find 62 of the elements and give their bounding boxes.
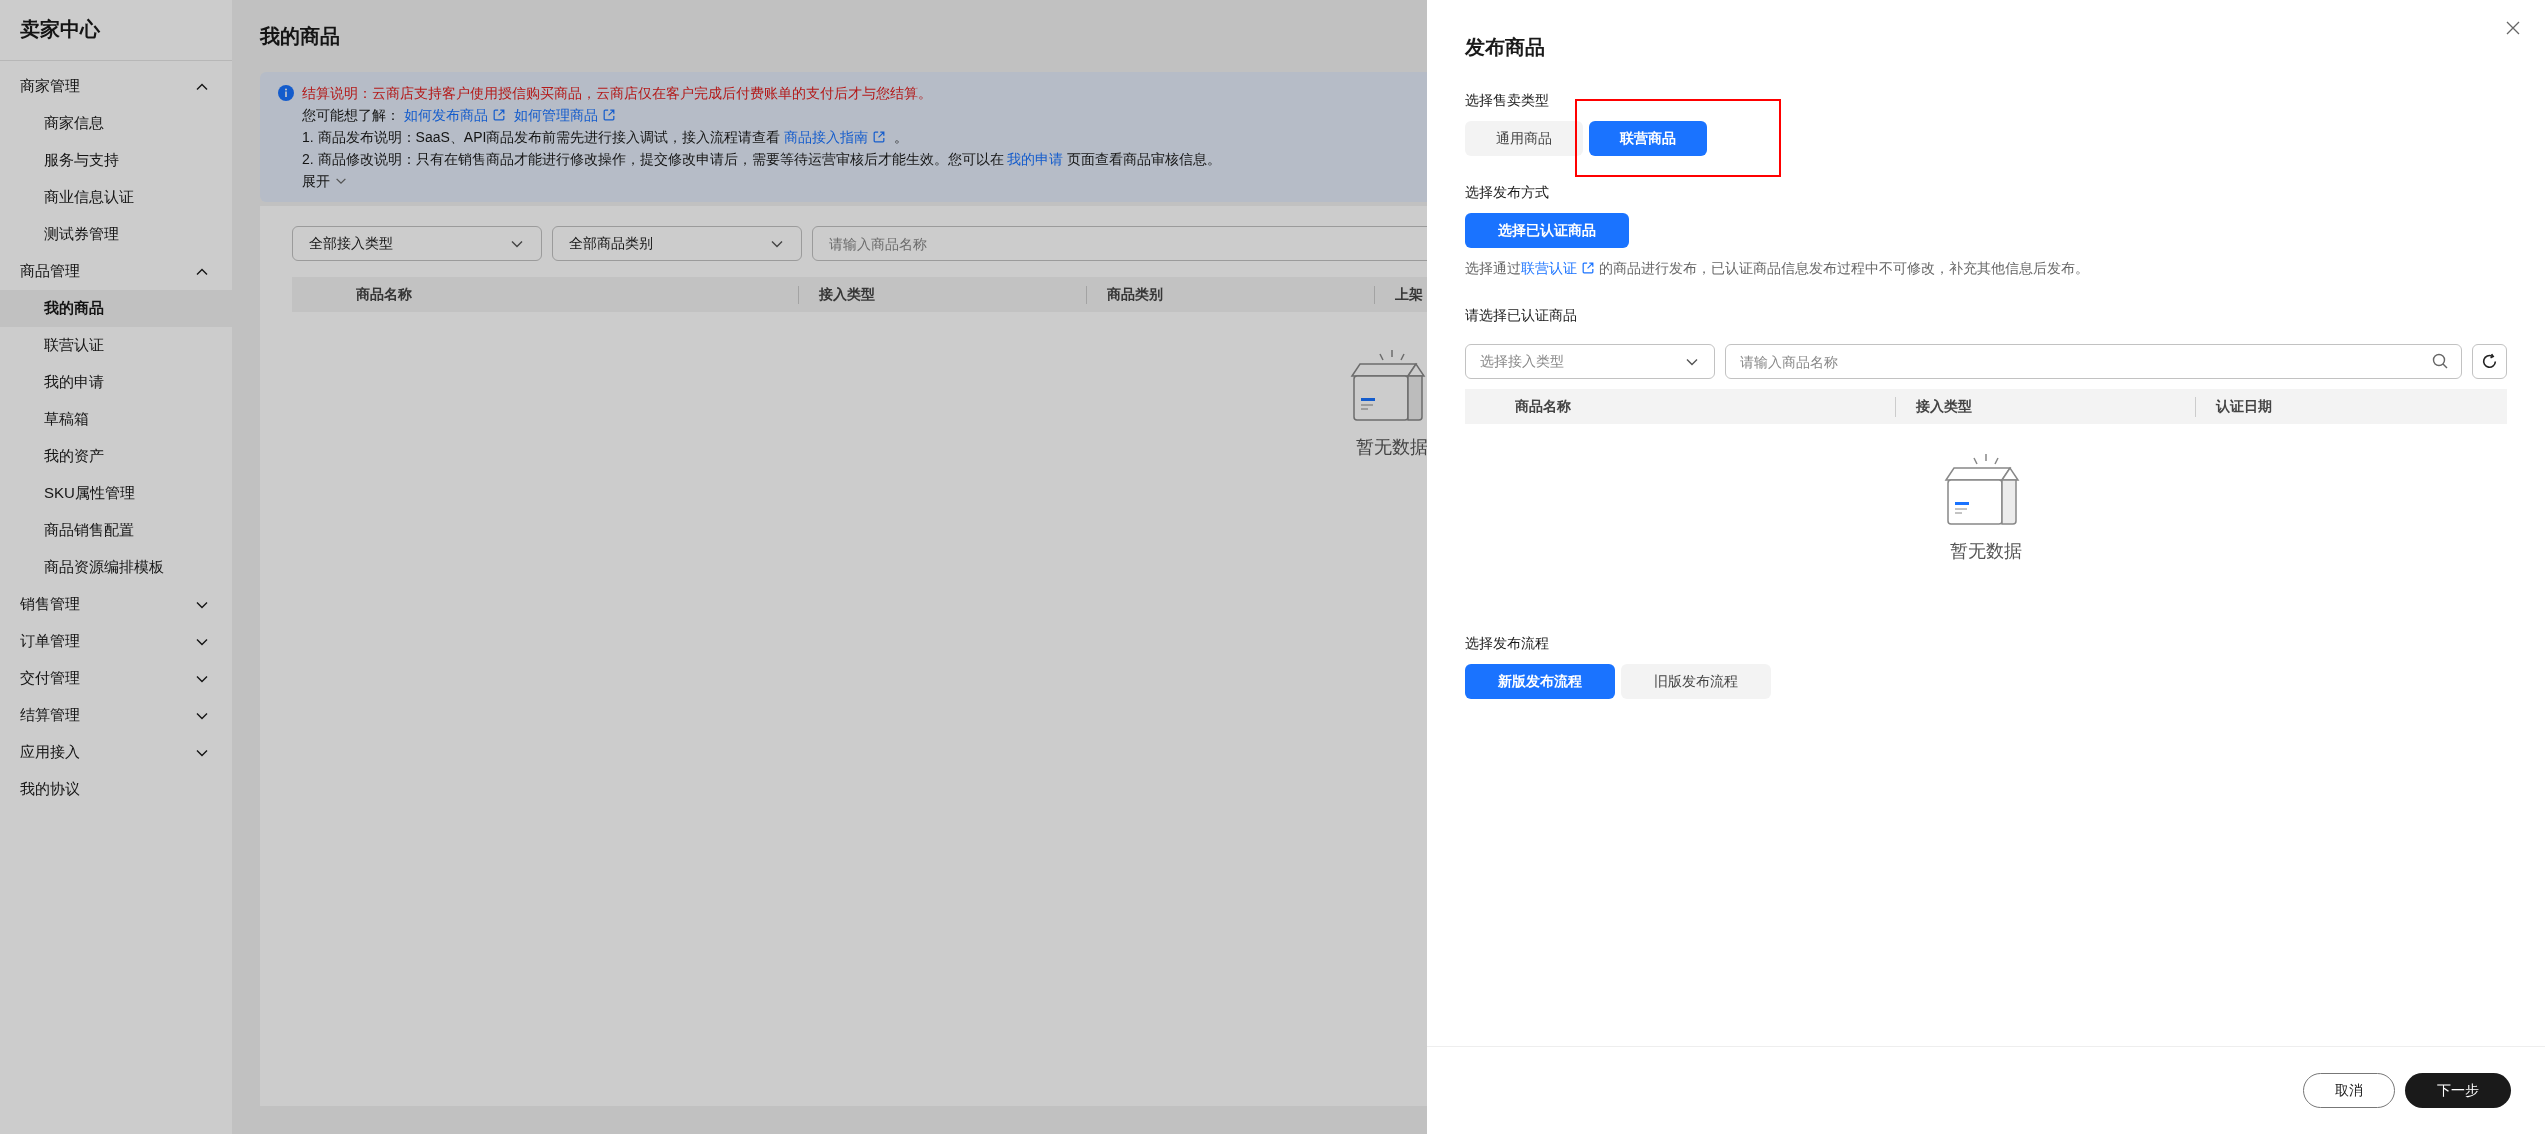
sidebar-item[interactable]: 测试券管理 [0, 216, 232, 253]
sidebar-group[interactable]: 销售管理 [0, 586, 232, 623]
option-tab[interactable]: 通用商品 [1465, 121, 1583, 156]
hint-link[interactable]: 联营认证 [1521, 260, 1599, 276]
sidebar-item[interactable]: 我的资产 [0, 438, 232, 475]
column-header: 商品类别 [1107, 285, 1163, 304]
info-icon [278, 85, 294, 101]
option-tab[interactable]: 新版发布流程 [1465, 664, 1615, 699]
next-button[interactable]: 下一步 [2405, 1073, 2511, 1108]
sidebar-item[interactable]: 商品资源编排模板 [0, 549, 232, 586]
sidebar-item[interactable]: SKU属性管理 [0, 475, 232, 512]
select-certified-button[interactable]: 选择已认证商品 [1465, 213, 1629, 248]
notice-text: 2. 商品修改说明：只有在销售商品才能进行修改操作，提交修改申请后，需要等待运营审核后才能生效。您可以在 我的申请 页面查看商品审核信息。 [302, 150, 1222, 169]
sidebar-item[interactable]: 商业信息认证 [0, 179, 232, 216]
column-header: 上架 [1395, 285, 1423, 304]
search-icon [2432, 353, 2448, 369]
refresh-button[interactable] [2472, 344, 2507, 379]
column-header: 商品名称 [1515, 397, 1571, 416]
sidebar-group[interactable]: 商家管理 [0, 68, 232, 105]
sidebar-group[interactable]: 商品管理 [0, 253, 232, 290]
settlement-notice: 结算说明：云商店支持客户使用授信购买商品，云商店仅在客户完成后付费账单的支付后才与您结算。 [302, 84, 933, 103]
sidebar-item[interactable]: 草稿箱 [0, 401, 232, 438]
empty-text: 暂无数据 [1356, 436, 1428, 459]
filter-select[interactable]: 全部接入类型 [292, 226, 542, 261]
links-label: 您可能想了解： [302, 106, 400, 125]
sidebar-title: 卖家中心 [20, 18, 100, 40]
option-tab[interactable]: 联营商品 [1589, 121, 1707, 156]
external-link-icon [492, 108, 506, 122]
type-select[interactable]: 选择接入类型 [1465, 344, 1715, 379]
external-link-icon [602, 108, 616, 122]
section-label: 选择售卖类型 [1465, 92, 1549, 108]
column-header: 接入类型 [1916, 397, 1972, 416]
refresh-icon [2481, 353, 2498, 370]
sidebar-group[interactable]: 结算管理 [0, 697, 232, 734]
section-label: 选择发布流程 [1465, 635, 1549, 651]
close-icon[interactable] [2505, 20, 2521, 36]
sidebar-item[interactable]: 联营认证 [0, 327, 232, 364]
sidebar-group[interactable]: 应用接入 [0, 734, 232, 771]
sidebar-group[interactable]: 订单管理 [0, 623, 232, 660]
section-label: 请选择已认证商品 [1465, 307, 1577, 323]
sidebar-item[interactable]: 商家信息 [0, 105, 232, 142]
sidebar-item[interactable]: 我的申请 [0, 364, 232, 401]
column-header: 认证日期 [2216, 397, 2272, 416]
search-field[interactable]: 请输入商品名称 [1725, 344, 2462, 379]
expand-button[interactable]: 展开 [302, 170, 348, 192]
sidebar-item[interactable]: 服务与支持 [0, 142, 232, 179]
filter-select[interactable]: 全部商品类别 [552, 226, 802, 261]
column-header: 商品名称 [356, 285, 412, 304]
sidebar-group[interactable]: 交付管理 [0, 660, 232, 697]
method-hint: 选择通过联营认证 的商品进行发布，已认证商品信息发布过程中不可修改，补充其他信息后发布。 [1465, 260, 2089, 276]
sidebar-item[interactable]: 我的商品 [0, 290, 232, 327]
notice-text: 1. 商品发布说明：SaaS、API商品发布前需先进行接入调试，接入流程请查看 商品接入指南 。 [302, 128, 910, 147]
external-link-icon [872, 130, 887, 144]
section-label: 选择发布方式 [1465, 184, 1549, 200]
column-header: 接入类型 [819, 285, 875, 304]
page-title: 我的商品 [260, 24, 340, 49]
sidebar-item[interactable]: 商品销售配置 [0, 512, 232, 549]
sidebar-link[interactable]: 我的协议 [0, 771, 232, 808]
external-link-icon [1581, 261, 1595, 275]
empty-text: 暂无数据 [1950, 540, 2022, 563]
option-tab[interactable]: 旧版发布流程 [1621, 664, 1771, 699]
drawer-title: 发布商品 [1465, 35, 1545, 60]
